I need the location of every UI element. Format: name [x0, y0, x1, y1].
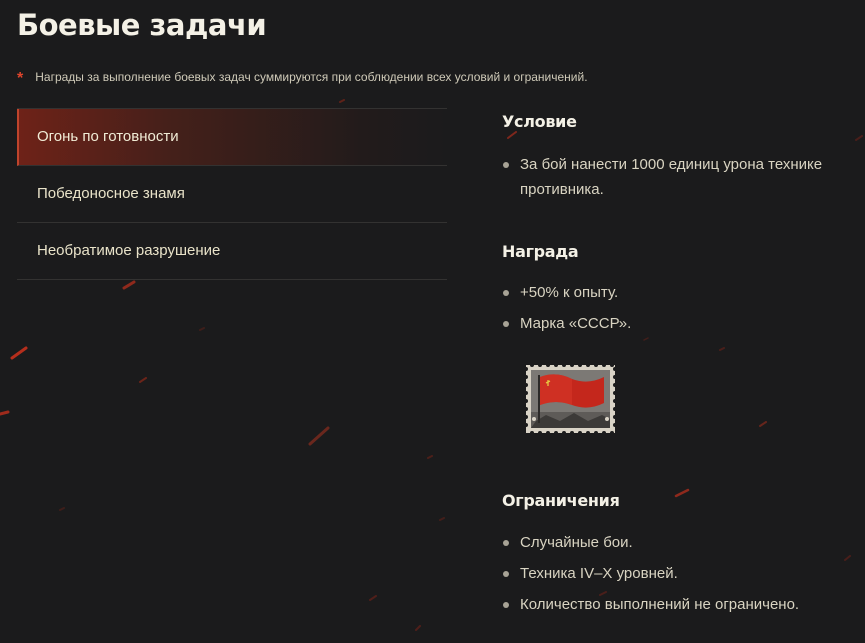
ussr-stamp-icon — [526, 365, 615, 433]
reward-item: Марка «СССР». — [502, 311, 631, 336]
page-title: Боевые задачи — [17, 8, 267, 42]
condition-section: Условие За бой нанести 1000 единиц урона… — [502, 112, 852, 208]
note-text: Награды за выполнение боевых задач сумми… — [35, 70, 588, 84]
restriction-item: Техника IV–X уровней. — [502, 561, 799, 586]
condition-item: За бой нанести 1000 единиц урона технике… — [502, 152, 852, 202]
tab-irreversible-destruction[interactable]: Необратимое разрушение — [17, 223, 447, 280]
asterisk-marker: * — [17, 70, 24, 87]
reward-section: Награда +50% к опыту. Марка «СССР». — [502, 242, 631, 342]
tab-ready-fire[interactable]: Огонь по готовности — [17, 109, 447, 166]
tab-victorious-banner[interactable]: Победоносное знамя — [17, 166, 447, 223]
restriction-item: Количество выполнений не ограничено. — [502, 592, 799, 617]
restriction-item: Случайные бои. — [502, 530, 799, 555]
condition-heading: Условие — [502, 112, 577, 131]
restrictions-section: Ограничения Случайные бои. Техника IV–X … — [502, 491, 799, 623]
reward-item: +50% к опыту. — [502, 280, 631, 305]
reward-heading: Награда — [502, 242, 579, 261]
rewards-note: * Награды за выполнение боевых задач сумм… — [17, 68, 588, 87]
mission-tabs: Огонь по готовности Победоносное знамя Н… — [17, 108, 447, 280]
restrictions-heading: Ограничения — [502, 491, 620, 510]
